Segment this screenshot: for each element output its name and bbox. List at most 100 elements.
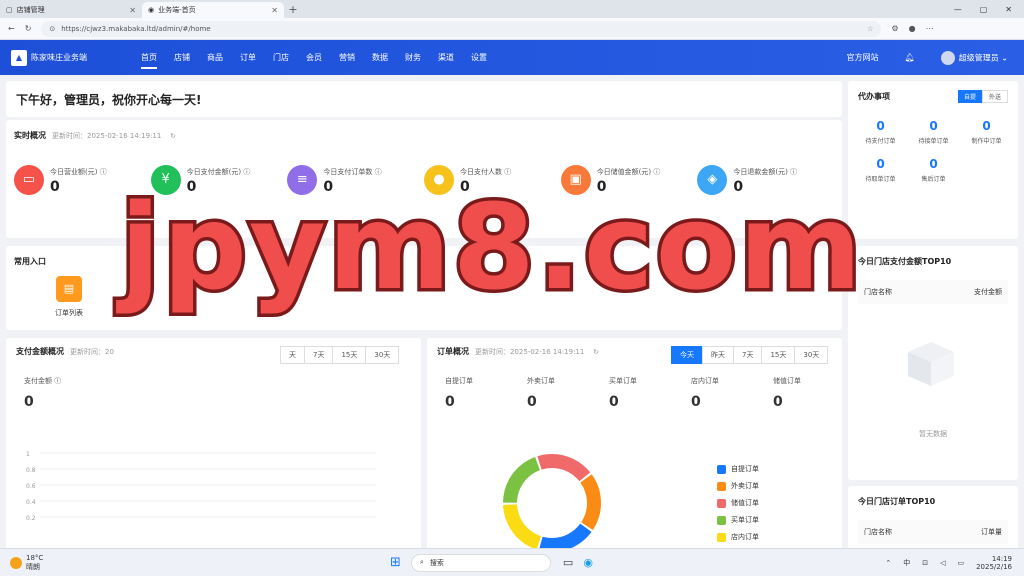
toggle-pickup[interactable]: 自提: [957, 90, 982, 103]
nav-item-orders[interactable]: 订单: [240, 40, 256, 75]
site-icon: ◉: [148, 6, 155, 14]
legend-item[interactable]: 店内订单: [717, 532, 759, 542]
order-metric: 外卖订单 0: [527, 376, 609, 410]
range-tab[interactable]: 15天: [761, 346, 796, 364]
nav-item-finance[interactable]: 财务: [405, 40, 421, 75]
metric-value: 0: [773, 394, 783, 410]
legend-item[interactable]: 储值订单: [717, 498, 759, 508]
quick-item-order-list[interactable]: ▤ 订单列表: [46, 276, 92, 318]
range-tab[interactable]: 昨天: [702, 346, 734, 364]
back-icon[interactable]: ←: [8, 24, 15, 33]
stat-label: 今日支付金额(元): [186, 168, 242, 176]
browser-tab[interactable]: ▢ 店铺管理 ✕: [0, 2, 142, 18]
quick-item-label: 订单列表: [55, 309, 83, 317]
file-explorer-icon[interactable]: ▭: [563, 556, 573, 569]
greeting-text: 下午好，管理员，祝你开心每一天!: [16, 93, 202, 107]
column-store-name: 门店名称: [864, 528, 892, 536]
clock[interactable]: 14:19 2025/2/16: [976, 555, 1012, 571]
legend-swatch: [717, 515, 726, 525]
range-tab[interactable]: 30天: [794, 346, 829, 364]
official-site-link[interactable]: 官方网站: [847, 52, 879, 63]
todo-item[interactable]: 0 待支付订单: [854, 119, 907, 145]
range-tab-today[interactable]: 今天: [671, 346, 703, 364]
todo-grid: 0 待支付订单 0 待接单订单 0 制作中订单 0 待取单订单 0 售后订单: [854, 119, 1014, 195]
range-tab[interactable]: 15天: [332, 346, 367, 364]
chevron-up-icon[interactable]: ⌃: [885, 559, 891, 567]
range-tab[interactable]: 7天: [733, 346, 763, 364]
windows-start-icon[interactable]: ⊞: [390, 555, 401, 570]
battery-icon[interactable]: ▭: [957, 559, 964, 567]
todo-item[interactable]: 0 待接单订单: [907, 119, 960, 145]
legend-item[interactable]: 自提订单: [717, 464, 759, 474]
browser-tab-active[interactable]: ◉ 业务端-首页 ✕: [142, 2, 284, 18]
network-icon[interactable]: ⊡: [922, 559, 928, 567]
legend-label: 自提订单: [731, 465, 759, 473]
profile-icon[interactable]: ●: [909, 24, 916, 33]
pay-line-chart: 1 0.8 0.6 0.4 0.2: [26, 451, 376, 522]
y-tick-label: 0.6: [26, 483, 36, 490]
close-window-icon[interactable]: ✕: [1005, 5, 1012, 14]
pay-range-tabs: 天 7天 15天 30天: [280, 346, 400, 364]
app-name: 陈家味庄业务端: [31, 53, 87, 62]
range-tab[interactable]: 7天: [304, 346, 334, 364]
todo-label: 待接单订单: [918, 138, 949, 145]
stat-value: 0: [50, 179, 60, 195]
nav-item-channels[interactable]: 渠道: [438, 40, 454, 75]
menu-icon[interactable]: ⋯: [926, 24, 934, 33]
ime-indicator[interactable]: 中: [903, 558, 910, 568]
range-tab[interactable]: 30天: [365, 346, 400, 364]
nav-item-settings[interactable]: 设置: [471, 40, 487, 75]
star-icon[interactable]: ☆: [867, 25, 873, 33]
help-icon[interactable]: ⓘ: [653, 168, 660, 176]
new-tab-button[interactable]: +: [284, 2, 302, 18]
tab-title: 店铺管理: [16, 6, 45, 14]
bell-icon[interactable]: 🔔︎: [905, 53, 915, 62]
todo-item[interactable]: 0 售后订单: [907, 157, 960, 183]
range-tab[interactable]: 天: [280, 346, 305, 364]
nav-item-store[interactable]: 店铺: [174, 40, 190, 75]
help-icon[interactable]: ⓘ: [375, 168, 382, 176]
refresh-icon[interactable]: ↻: [25, 24, 32, 33]
nav-item-marketing[interactable]: 营销: [339, 40, 355, 75]
help-icon[interactable]: ⓘ: [790, 168, 797, 176]
todo-item[interactable]: 0 制作中订单: [960, 119, 1013, 145]
page-icon: ▢: [6, 6, 13, 14]
todo-value: 0: [982, 119, 991, 133]
help-icon[interactable]: ⓘ: [504, 168, 511, 176]
edge-browser-icon[interactable]: ◉: [583, 556, 593, 569]
nav-item-members[interactable]: 会员: [306, 40, 322, 75]
legend-item[interactable]: 外卖订单: [717, 481, 759, 491]
app-top-nav: ▲ 陈家味庄业务端 首页 店铺 商品 订单 门店 会员 营销 数据 财务 渠道 …: [0, 40, 1024, 75]
help-icon[interactable]: ⓘ: [100, 168, 107, 176]
empty-text: 暂无数据: [919, 430, 947, 438]
extensions-icon[interactable]: ⚙: [891, 24, 898, 33]
legend-item[interactable]: 买单订单: [717, 515, 759, 525]
close-icon[interactable]: ✕: [129, 6, 136, 15]
search-label: 搜索: [429, 558, 444, 567]
close-icon[interactable]: ✕: [271, 6, 278, 15]
url-input[interactable]: ⊙ https://cjwz3.makabaka.ltd/admin/#/hom…: [41, 20, 882, 37]
volume-icon[interactable]: ◁: [940, 559, 945, 567]
order-range-tabs: 今天 昨天 7天 15天 30天: [671, 346, 829, 364]
refresh-icon[interactable]: ↻: [170, 132, 176, 140]
user-menu[interactable]: 超级管理员 ⌄: [940, 50, 1008, 65]
help-icon[interactable]: ⓘ: [243, 168, 250, 176]
todo-label: 售后订单: [921, 176, 946, 183]
maximize-icon[interactable]: ▢: [980, 5, 988, 14]
nav-item-home[interactable]: 首页: [141, 40, 157, 75]
minimize-icon[interactable]: —: [954, 5, 962, 14]
refresh-icon[interactable]: ↻: [593, 348, 599, 356]
stat-label: 今日支付订单数: [323, 168, 373, 176]
toggle-delivery[interactable]: 外送: [981, 90, 1008, 103]
nav-item-data[interactable]: 数据: [372, 40, 388, 75]
pay-overview-card: 支付金额概况 更新时间：20 天 7天 15天 30天 支付金额 ⓘ 0 1 0.8…: [6, 338, 421, 554]
help-icon[interactable]: ⓘ: [54, 377, 61, 385]
nav-item-products[interactable]: 商品: [207, 40, 223, 75]
todo-label: 待支付订单: [865, 138, 896, 145]
weather-widget[interactable]: 18°C 晴朗: [10, 554, 390, 572]
taskbar-search[interactable]: ⌕ 搜索: [410, 553, 551, 572]
legend-label: 买单订单: [731, 516, 759, 524]
weather-temp: 18°C: [26, 553, 44, 562]
shop-icon: ▭: [14, 165, 44, 195]
nav-item-shops[interactable]: 门店: [273, 40, 289, 75]
